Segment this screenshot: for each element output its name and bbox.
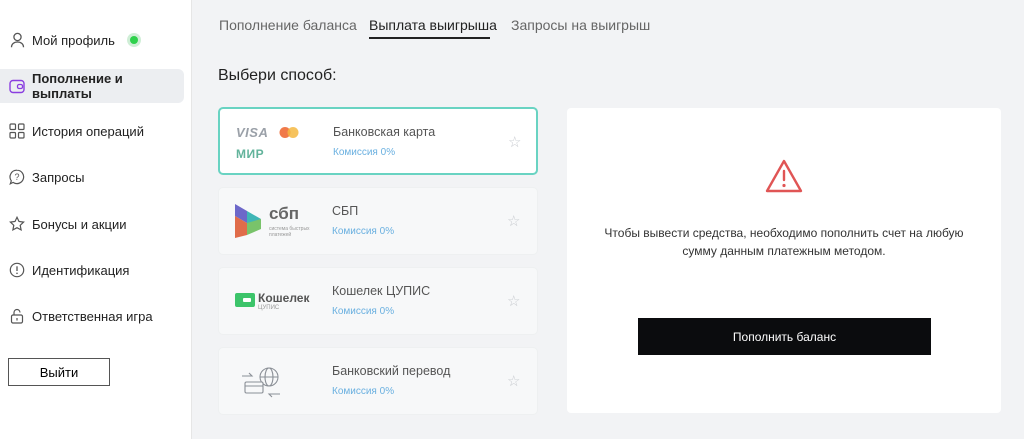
active-tab-underline — [369, 37, 490, 39]
sidebar-item-bonuses[interactable]: Бонусы и акции — [0, 207, 184, 241]
user-icon — [9, 32, 25, 48]
sidebar-item-label: Идентификация — [32, 262, 130, 278]
logout-button[interactable]: Выйти — [8, 358, 110, 386]
mir-logo: МИР — [236, 147, 265, 161]
favorite-star-icon[interactable]: ☆ — [507, 212, 520, 230]
withdrawal-info-panel: Чтобы вывести средства, необходимо попол… — [567, 108, 1001, 413]
sidebar-item-label: Мой профиль — [32, 32, 115, 48]
method-commission: Комиссия 0% — [332, 306, 395, 317]
method-name: Кошелек ЦУПИС — [332, 284, 431, 298]
top-up-balance-button[interactable]: Пополнить баланс — [638, 318, 931, 355]
method-commission: Комиссия 0% — [333, 147, 396, 158]
method-name: СБП — [332, 204, 359, 218]
payment-method-cupis-wallet[interactable]: Кошелек ЦУПИС Кошелек ЦУПИС Комиссия 0% … — [218, 267, 538, 335]
tab-withdrawal[interactable]: Выплата выигрыша — [369, 17, 497, 33]
method-commission: Комиссия 0% — [332, 226, 395, 237]
sidebar-item-responsible-gaming[interactable]: Ответственная игра — [0, 299, 184, 333]
sbp-logo: сбп система быстрых платежей — [233, 198, 313, 244]
bank-card-logo: VISA МИР — [234, 119, 314, 165]
grid-icon — [9, 123, 25, 139]
favorite-star-icon[interactable]: ☆ — [507, 292, 520, 310]
sidebar-item-identification[interactable]: Идентификация — [0, 253, 184, 287]
online-status-dot — [129, 36, 138, 44]
mastercard-logo — [279, 127, 299, 138]
method-name: Банковская карта — [333, 125, 436, 139]
sidebar-item-payments[interactable]: Пополнение и выплаты — [0, 69, 184, 103]
tab-withdrawal-requests[interactable]: Запросы на выигрыш — [511, 17, 650, 33]
sidebar-item-requests[interactable]: ? Запросы — [0, 160, 184, 194]
favorite-star-icon[interactable]: ☆ — [508, 133, 521, 151]
sidebar-item-label: Бонусы и акции — [32, 216, 127, 232]
alert-circle-icon — [9, 262, 25, 278]
favorite-star-icon[interactable]: ☆ — [507, 372, 520, 390]
visa-logo: VISA — [236, 125, 269, 140]
wallet-icon — [9, 78, 25, 94]
sidebar: Мой профиль Пополнение и выплаты История… — [0, 0, 192, 439]
sidebar-item-label: Ответственная игра — [32, 308, 153, 324]
sidebar-item-history[interactable]: История операций — [0, 114, 184, 148]
svg-text:?: ? — [14, 172, 19, 182]
payment-method-sbp[interactable]: сбп система быстрых платежей СБП Комисси… — [218, 187, 538, 255]
cupis-wallet-logo: Кошелек ЦУПИС — [233, 278, 313, 324]
payment-method-bank-card[interactable]: VISA МИР Банковская карта Комиссия 0% ☆ — [218, 107, 538, 175]
sidebar-item-profile[interactable]: Мой профиль — [0, 23, 184, 57]
withdrawal-warning-message: Чтобы вывести средства, необходимо попол… — [604, 226, 964, 258]
lock-icon — [9, 308, 25, 324]
sidebar-item-label: История операций — [32, 123, 144, 139]
payment-method-bank-transfer[interactable]: Банковский перевод Комиссия 0% ☆ — [218, 347, 538, 415]
tab-deposit[interactable]: Пополнение баланса — [219, 17, 357, 33]
warning-triangle-icon — [765, 159, 803, 193]
section-heading: Выбери способ: — [218, 67, 337, 84]
method-name: Банковский перевод — [332, 364, 451, 378]
method-commission: Комиссия 0% — [332, 386, 395, 397]
sidebar-item-label: Запросы — [32, 169, 85, 185]
star-icon — [9, 216, 25, 232]
sidebar-item-label: Пополнение и выплаты — [32, 71, 123, 101]
bank-transfer-logo — [233, 358, 313, 404]
question-icon: ? — [9, 169, 25, 185]
